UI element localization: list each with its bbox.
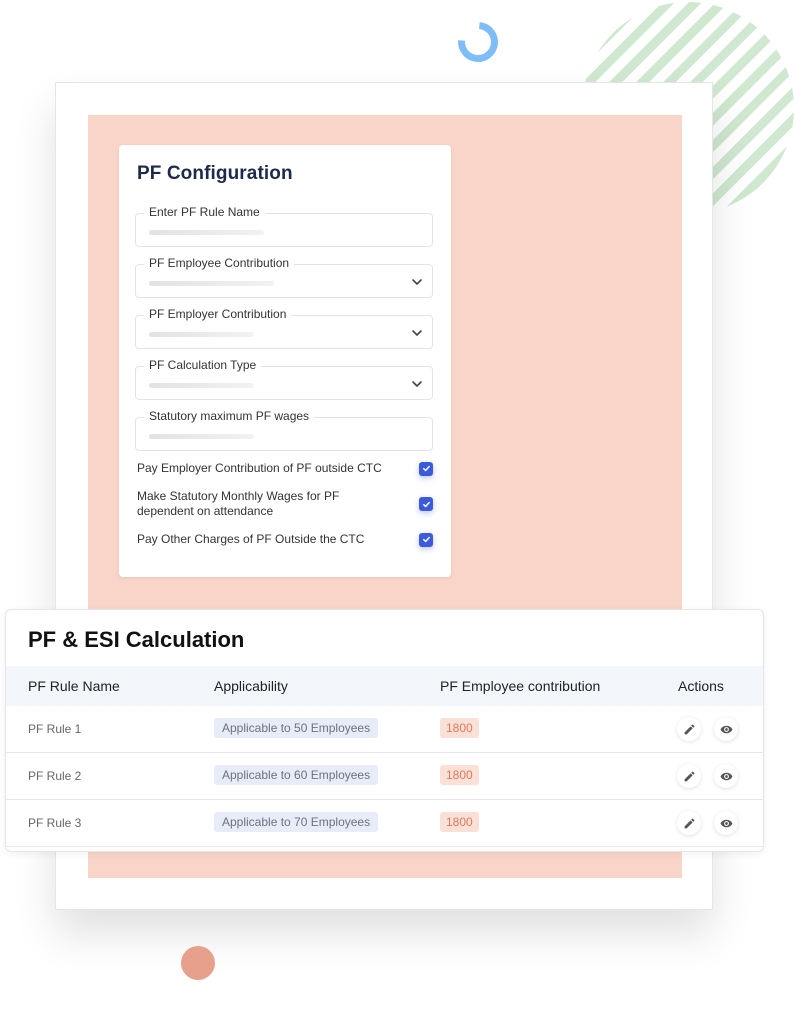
pf-calculation-type-select[interactable]: PF Calculation Type (135, 358, 433, 400)
checkbox-wages-attendance[interactable] (419, 497, 433, 511)
chevron-down-icon (412, 330, 422, 336)
pencil-icon (684, 724, 694, 734)
column-header-applicability: Applicability (214, 678, 288, 694)
field-value-placeholder (149, 383, 254, 388)
checkmark-icon (422, 501, 430, 507)
field-label: Statutory maximum PF wages (144, 409, 315, 423)
applicability-badge: Applicable to 70 Employees (214, 812, 379, 832)
table-header: PF Rule Name Applicability PF Employee c… (6, 666, 763, 706)
pf-rule-name-input[interactable]: Enter PF Rule Name (135, 205, 433, 247)
field-label: Enter PF Rule Name (144, 205, 265, 219)
checkbox-label: Make Statutory Monthly Wages for PF depe… (137, 489, 340, 518)
table-row: PF Rule 1 Applicable to 50 Employees 180… (6, 706, 763, 753)
statutory-max-pf-wages-input[interactable]: Statutory maximum PF wages (135, 409, 433, 451)
field-label: PF Employer Contribution (144, 307, 292, 321)
chevron-down-icon (412, 279, 422, 285)
checkbox-row-wages-attendance: Make Statutory Monthly Wages for PF depe… (137, 489, 433, 519)
contribution-badge: 1800 (440, 765, 479, 785)
pf-esi-calculation-table-card: PF & ESI Calculation PF Rule Name Applic… (5, 609, 764, 852)
table-title: PF & ESI Calculation (28, 627, 245, 652)
column-header-rule-name: PF Rule Name (28, 678, 120, 694)
rule-name-cell: PF Rule 1 (28, 722, 82, 736)
pf-employer-contribution-select[interactable]: PF Employer Contribution (135, 307, 433, 349)
pf-configuration-card: PF Configuration Enter PF Rule Name PF E… (119, 145, 451, 577)
field-value-placeholder (149, 230, 264, 235)
rule-name-cell: PF Rule 3 (28, 816, 82, 830)
checkmark-icon (422, 536, 430, 543)
chevron-down-icon (412, 381, 422, 387)
edit-button[interactable] (677, 764, 701, 788)
edit-button[interactable] (677, 811, 701, 835)
contribution-badge: 1800 (440, 812, 479, 832)
checkbox-row-other-charges-outside-ctc: Pay Other Charges of PF Outside the CTC (137, 532, 433, 547)
pencil-icon (684, 771, 694, 781)
config-title: PF Configuration (137, 163, 293, 184)
checkbox-other-charges-outside-ctc[interactable] (419, 532, 433, 547)
field-label: PF Employee Contribution (144, 256, 295, 270)
eye-icon (720, 819, 732, 827)
checkbox-label: Pay Employer Contribution of PF outside … (137, 461, 382, 475)
checkbox-row-employer-outside-ctc: Pay Employer Contribution of PF outside … (137, 461, 433, 476)
checkbox-label: Pay Other Charges of PF Outside the CTC (137, 532, 365, 546)
decorative-dot (181, 946, 215, 980)
field-value-placeholder (149, 281, 274, 286)
column-header-employee-contribution: PF Employee contribution (440, 678, 601, 694)
edit-button[interactable] (677, 717, 701, 741)
config-fields: Enter PF Rule Name PF Employee Contribut… (135, 205, 433, 451)
field-value-placeholder (149, 332, 254, 337)
applicability-badge: Applicable to 50 Employees (214, 718, 379, 738)
field-label: PF Calculation Type (144, 358, 262, 372)
checkmark-icon (422, 465, 430, 472)
applicability-badge: Applicable to 60 Employees (214, 765, 379, 785)
table-row: PF Rule 3 Applicable to 70 Employees 180… (6, 800, 763, 847)
eye-icon (720, 772, 732, 780)
checkbox-employer-outside-ctc[interactable] (419, 461, 433, 476)
column-header-actions: Actions (678, 678, 724, 694)
field-value-placeholder (149, 434, 254, 439)
view-button[interactable] (714, 764, 738, 788)
pf-employee-contribution-select[interactable]: PF Employee Contribution (135, 256, 433, 298)
table-row: PF Rule 2 Applicable to 60 Employees 180… (6, 753, 763, 800)
pencil-icon (684, 818, 694, 828)
view-button[interactable] (714, 717, 738, 741)
contribution-badge: 1800 (440, 718, 479, 738)
rule-name-cell: PF Rule 2 (28, 769, 82, 783)
eye-icon (720, 725, 732, 733)
view-button[interactable] (714, 811, 738, 835)
decorative-ring (449, 13, 507, 71)
